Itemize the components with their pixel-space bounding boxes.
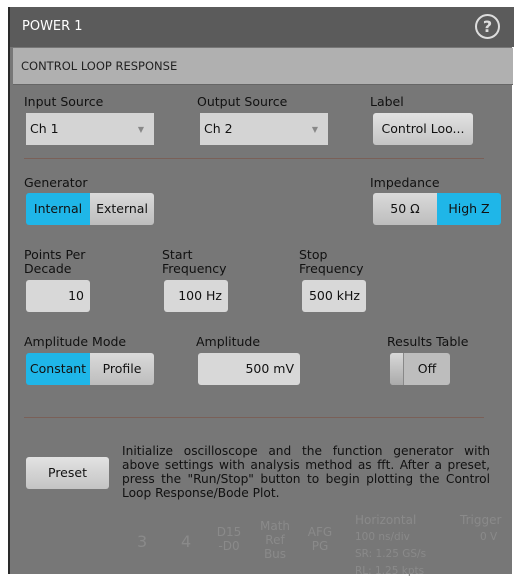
divider bbox=[24, 417, 484, 418]
bg-horizontal: Horizontal bbox=[355, 513, 417, 527]
start-frequency-input[interactable]: 100 Hz bbox=[164, 280, 228, 312]
label-field[interactable]: Control Loo... bbox=[373, 113, 473, 145]
amplitude-label: Amplitude bbox=[196, 334, 261, 349]
chevron-down-icon: ▼ bbox=[137, 125, 144, 134]
bg-afg: AFG PG bbox=[307, 525, 333, 553]
points-per-decade-label: Points Per Decade bbox=[24, 247, 86, 276]
window-title: POWER 1 bbox=[22, 19, 83, 34]
label-label: Label bbox=[370, 94, 404, 109]
bg-math: Math Ref Bus bbox=[260, 519, 291, 561]
bg-sr: SR: 1.25 GS/s bbox=[355, 548, 427, 560]
bg-ch4: 4 bbox=[181, 532, 192, 551]
stop-frequency-input[interactable]: 500 kHz bbox=[302, 280, 366, 312]
generator-external-button[interactable]: External bbox=[90, 193, 154, 225]
power-dialog: POWER 1 ? CONTROL LOOP RESPONSE 3 4 D15 … bbox=[8, 7, 514, 577]
toggle-knob bbox=[390, 353, 404, 385]
input-source-label: Input Source bbox=[24, 94, 104, 109]
output-source-label: Output Source bbox=[197, 94, 288, 109]
generator-internal-button[interactable]: Internal bbox=[26, 193, 90, 225]
bg-rl: RL: 1.25 kpts bbox=[355, 565, 425, 577]
amplitude-constant-button[interactable]: Constant bbox=[26, 353, 90, 385]
bg-trigger: Trigger bbox=[460, 513, 502, 527]
amplitude-profile-button[interactable]: Profile bbox=[90, 353, 154, 385]
generator-label: Generator bbox=[24, 175, 88, 190]
points-per-decade-input[interactable]: 10 bbox=[26, 280, 90, 312]
chevron-down-icon: ▼ bbox=[311, 125, 318, 134]
bg-hscale: 100 ns/div bbox=[355, 531, 410, 543]
bg-digital: D15 -D0 bbox=[216, 525, 242, 553]
preset-button[interactable]: Preset bbox=[26, 457, 109, 489]
title-bar: POWER 1 ? bbox=[10, 7, 514, 47]
impedance-toggle: 50 Ω High Z bbox=[373, 193, 501, 225]
amplitude-input[interactable]: 500 mV bbox=[198, 353, 300, 385]
amplitude-mode-toggle: Constant Profile bbox=[26, 353, 154, 385]
input-source-value: Ch 1 bbox=[30, 121, 59, 136]
section-header: CONTROL LOOP RESPONSE bbox=[13, 48, 513, 85]
start-frequency-label: Start Frequency bbox=[162, 247, 227, 276]
bg-ch3: 3 bbox=[137, 532, 148, 551]
amplitude-mode-label: Amplitude Mode bbox=[24, 334, 127, 349]
output-source-value: Ch 2 bbox=[204, 121, 233, 136]
results-table-value: Off bbox=[417, 361, 437, 376]
results-table-label: Results Table bbox=[387, 334, 469, 349]
generator-toggle: Internal External bbox=[26, 193, 154, 225]
preset-description: Initialize oscilloscope and the function… bbox=[122, 444, 490, 500]
impedance-label: Impedance bbox=[370, 175, 440, 190]
output-source-dropdown[interactable]: Ch 2 ▼ bbox=[200, 113, 328, 145]
input-source-dropdown[interactable]: Ch 1 ▼ bbox=[26, 113, 154, 145]
impedance-50-ohm-button[interactable]: 50 Ω bbox=[373, 193, 437, 225]
stop-frequency-label: Stop Frequency bbox=[299, 247, 364, 276]
impedance-high-z-button[interactable]: High Z bbox=[437, 193, 501, 225]
bg-trigger-level: 0 V bbox=[480, 531, 498, 543]
results-table-toggle[interactable]: Off bbox=[390, 353, 450, 385]
question-circle-icon[interactable]: ? bbox=[475, 14, 500, 39]
divider bbox=[24, 158, 484, 159]
